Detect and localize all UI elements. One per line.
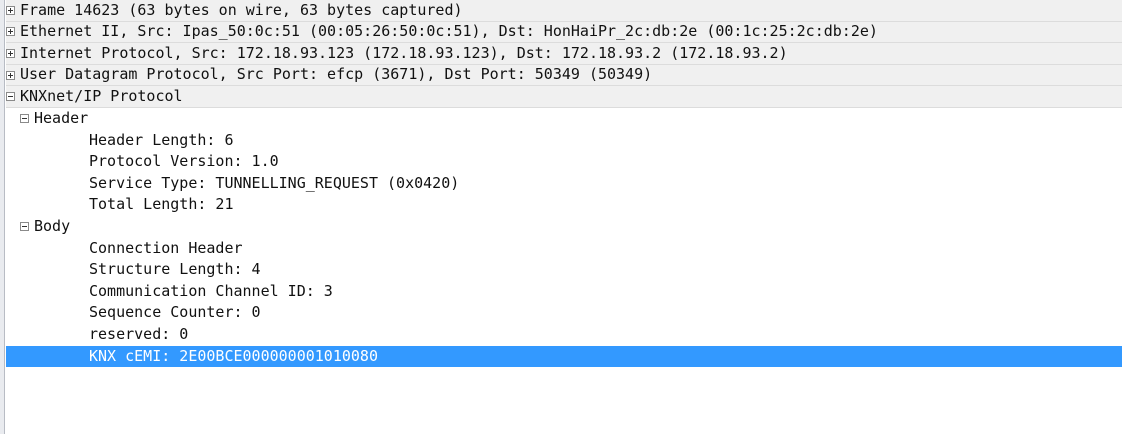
tree-field-knx-cemi-selected[interactable]: KNX cEMI: 2E00BCE000000001010080 — [6, 345, 1122, 368]
tree-item-label: Internet Protocol, Src: 172.18.93.123 (1… — [20, 43, 788, 62]
tree-field-label: Protocol Version: 1.0 — [89, 152, 279, 171]
tree-item-knxnet-ip[interactable]: KNXnet/IP Protocol — [6, 86, 1122, 108]
expand-plus-icon[interactable] — [6, 27, 15, 37]
tree-field-label: KNX cEMI: 2E00BCE000000001010080 — [89, 346, 378, 365]
expand-plus-icon[interactable] — [6, 70, 15, 80]
tree-field-label: reserved: 0 — [89, 324, 189, 343]
tree-field-channel-id[interactable]: Communication Channel ID: 3 — [6, 281, 1122, 303]
expand-plus-icon[interactable] — [6, 48, 15, 58]
tree-item-body[interactable]: Body — [6, 216, 1122, 238]
tree-item-label: KNXnet/IP Protocol — [20, 86, 183, 105]
collapse-minus-icon[interactable] — [6, 92, 15, 102]
tree-field-total-length[interactable]: Total Length: 21 — [6, 194, 1122, 216]
tree-field-service-type[interactable]: Service Type: TUNNELLING_REQUEST (0x0420… — [6, 173, 1122, 195]
tree-field-label: Total Length: 21 — [89, 195, 234, 214]
tree-field-structure-length[interactable]: Structure Length: 4 — [6, 259, 1122, 281]
tree-field-protocol-version[interactable]: Protocol Version: 1.0 — [6, 151, 1122, 173]
tree-field-label: Service Type: TUNNELLING_REQUEST (0x0420… — [89, 173, 460, 192]
pane-left-border — [0, 0, 5, 434]
tree-item-label: User Datagram Protocol, Src Port: efcp (… — [20, 65, 653, 84]
tree-item-label: Frame 14623 (63 bytes on wire, 63 bytes … — [20, 0, 463, 19]
tree-field-label: Structure Length: 4 — [89, 260, 261, 279]
tree-field-label: Header Length: 6 — [89, 130, 234, 149]
tree-field-label: Communication Channel ID: 3 — [89, 281, 333, 300]
tree-item-label: Body — [34, 216, 71, 235]
expand-plus-icon[interactable] — [6, 5, 15, 15]
tree-field-sequence-counter[interactable]: Sequence Counter: 0 — [6, 302, 1122, 324]
tree-item-header[interactable]: Header — [6, 108, 1122, 130]
tree-field-connection-header[interactable]: Connection Header — [6, 238, 1122, 260]
packet-details-tree[interactable]: Frame 14623 (63 bytes on wire, 63 bytes … — [6, 0, 1122, 368]
collapse-minus-icon[interactable] — [20, 222, 29, 232]
tree-field-reserved[interactable]: reserved: 0 — [6, 324, 1122, 346]
collapse-minus-icon[interactable] — [20, 114, 29, 124]
tree-field-label: Connection Header — [89, 238, 243, 257]
tree-item-label: Ethernet II, Src: Ipas_50:0c:51 (00:05:2… — [20, 22, 878, 41]
tree-item-label: Header — [34, 108, 89, 127]
tree-field-header-length[interactable]: Header Length: 6 — [6, 130, 1122, 152]
tree-item-frame[interactable]: Frame 14623 (63 bytes on wire, 63 bytes … — [6, 0, 1122, 22]
tree-item-ethernet[interactable]: Ethernet II, Src: Ipas_50:0c:51 (00:05:2… — [6, 21, 1122, 44]
tree-item-internet-protocol[interactable]: Internet Protocol, Src: 172.18.93.123 (1… — [6, 43, 1122, 65]
tree-field-label: Sequence Counter: 0 — [89, 303, 261, 322]
tree-item-udp[interactable]: User Datagram Protocol, Src Port: efcp (… — [6, 64, 1122, 87]
